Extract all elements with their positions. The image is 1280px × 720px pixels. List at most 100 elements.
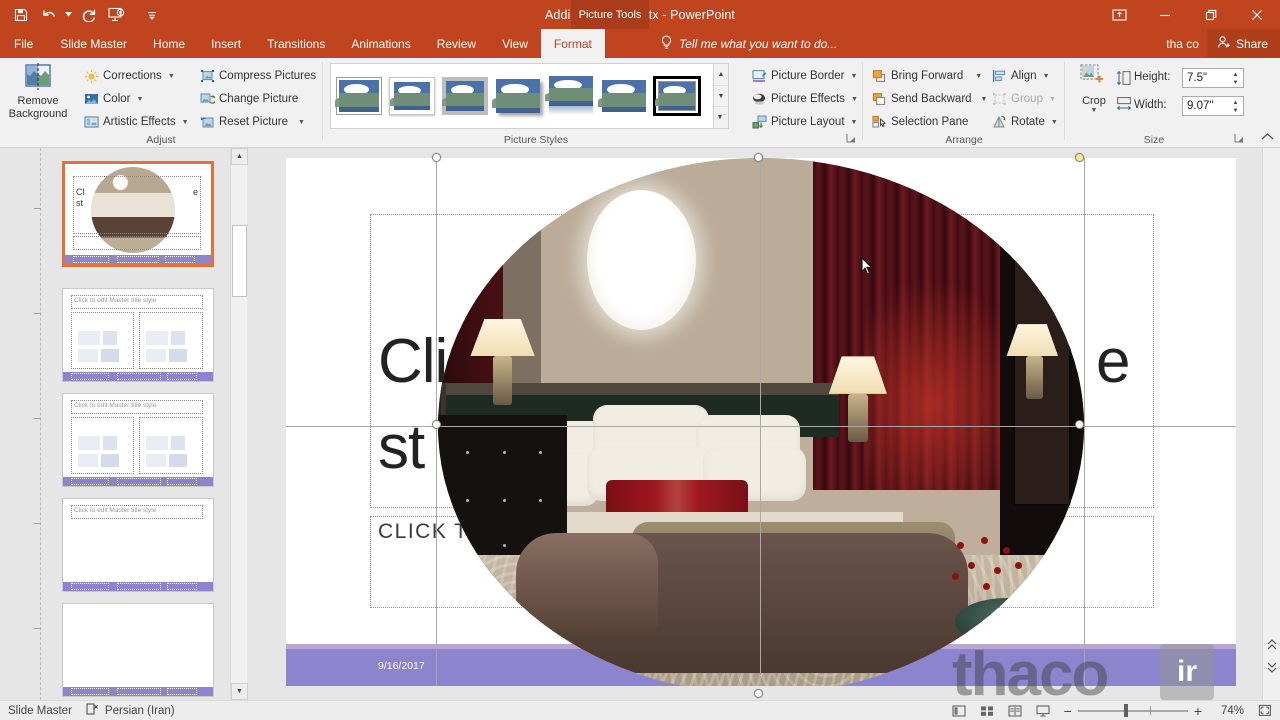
slide-thumbnail-3[interactable]: Click to edit Master title style xyxy=(62,393,214,487)
picture-styles-gallery[interactable] xyxy=(330,63,714,129)
chevron-down-icon[interactable]: ▼ xyxy=(168,73,175,80)
slide-thumbnail-5[interactable] xyxy=(62,603,214,697)
selection-handle-bottom-center[interactable] xyxy=(754,689,763,698)
chevron-down-icon[interactable]: ▼ xyxy=(1043,73,1050,80)
slide-editing-area[interactable]: Cli st e CLICK T 9/16/2017 thaco xyxy=(248,148,1262,706)
slide-show-button[interactable] xyxy=(1034,703,1052,719)
zoom-thumb[interactable] xyxy=(1123,703,1128,717)
slide-sorter-button[interactable] xyxy=(978,703,996,719)
crop-button[interactable]: Crop ▼ xyxy=(1072,61,1116,114)
zoom-in-button[interactable]: + xyxy=(1194,704,1202,718)
slide-canvas[interactable]: Cli st e CLICK T 9/16/2017 xyxy=(286,158,1236,686)
slide-thumbnail-4[interactable]: Click to edit Master title style xyxy=(62,498,214,592)
picture-style-drop-shadow-rectangle[interactable] xyxy=(491,71,543,121)
zoom-slider[interactable]: − + xyxy=(1064,703,1202,718)
chevron-down-icon[interactable]: ▼ xyxy=(136,96,143,103)
tab-file[interactable]: File xyxy=(0,29,47,58)
gallery-scroll-down-icon[interactable]: ▼ xyxy=(714,86,728,108)
chevron-down-icon[interactable]: ▼ xyxy=(851,73,858,80)
picture-styles-scrollbar[interactable]: ▲ ▼ ▼ ‾ xyxy=(714,63,729,129)
user-name[interactable]: tha co xyxy=(1166,37,1199,51)
scrollbar-thumb[interactable] xyxy=(232,225,247,297)
share-button[interactable]: Share xyxy=(1206,29,1280,58)
selection-handle-top-left[interactable] xyxy=(432,153,441,162)
picture-style-beveled-matte-white[interactable] xyxy=(387,71,437,121)
language-label[interactable]: Persian (Iran) xyxy=(105,705,175,717)
tell-me-box[interactable]: Tell me what you want to do... xyxy=(660,29,837,58)
artistic-effects-button[interactable]: Artistic Effects ▼ xyxy=(80,111,192,133)
group-label: Group xyxy=(1011,93,1043,105)
chevron-down-icon[interactable]: ▼ xyxy=(981,96,988,103)
slide-thumbnail-2[interactable]: Click to edit Master title style xyxy=(62,288,214,382)
remove-background-button[interactable]: Remove Background xyxy=(2,61,74,121)
reset-picture-button[interactable]: Reset Picture ▼ xyxy=(196,111,308,133)
picture-layout-icon xyxy=(751,114,767,130)
tab-animations[interactable]: Animations xyxy=(338,29,423,58)
fit-slide-button[interactable] xyxy=(1256,703,1274,719)
slide-thumbnail-panel[interactable]: Clest Click to edit Master title style xyxy=(0,148,248,720)
send-backward-button[interactable]: Send Backward ▼ xyxy=(868,88,990,110)
selection-handle-top-center[interactable] xyxy=(754,153,763,162)
chevron-down-icon[interactable]: ▼ xyxy=(1051,119,1058,126)
canvas-scrollbar[interactable] xyxy=(1262,148,1280,700)
chevron-down-icon[interactable]: ▼ xyxy=(298,119,305,126)
tab-transitions[interactable]: Transitions xyxy=(254,29,338,58)
width-spinner[interactable]: ▲ ▼ xyxy=(1229,98,1242,116)
chevron-down-icon[interactable]: ▼ xyxy=(1091,107,1098,114)
proofing-icon[interactable] xyxy=(86,703,99,718)
change-picture-button[interactable]: Change Picture xyxy=(196,88,301,110)
rotate-button[interactable]: Rotate ▼ xyxy=(988,111,1061,133)
scroll-page-down-icon[interactable] xyxy=(1263,658,1280,676)
minimize-button[interactable] xyxy=(1142,0,1188,29)
picture-style-simple-frame-black[interactable] xyxy=(334,71,384,121)
tab-view[interactable]: View xyxy=(489,29,541,58)
selection-handle-middle-left[interactable] xyxy=(432,420,441,429)
scroll-up-icon[interactable]: ▲ xyxy=(231,148,248,165)
tab-insert[interactable]: Insert xyxy=(198,29,254,58)
scroll-down-icon[interactable]: ▼ xyxy=(231,683,248,700)
picture-styles-dialog-launcher[interactable] xyxy=(846,133,856,145)
picture-style-reflected-rounded-rectangle[interactable] xyxy=(544,71,596,121)
width-input[interactable]: 9.07" ▲ ▼ xyxy=(1182,96,1244,116)
rotation-handle[interactable] xyxy=(1075,153,1084,162)
color-button[interactable]: Color ▼ xyxy=(80,88,146,110)
close-button[interactable] xyxy=(1234,0,1280,29)
picture-style-metal-frame[interactable] xyxy=(440,71,490,121)
slide-thumbnail-1[interactable]: Cl e st xyxy=(62,161,214,267)
picture-effects-button[interactable]: Picture Effects ▼ xyxy=(748,88,861,110)
zoom-track[interactable] xyxy=(1077,703,1188,717)
chevron-down-icon[interactable]: ▼ xyxy=(182,119,189,126)
picture-layout-button[interactable]: Picture Layout ▼ xyxy=(748,111,860,133)
restore-button[interactable] xyxy=(1188,0,1234,29)
chevron-down-icon[interactable]: ▼ xyxy=(851,119,858,126)
scroll-page-up-icon[interactable] xyxy=(1263,636,1280,654)
normal-view-button[interactable] xyxy=(950,703,968,719)
height-spinner[interactable]: ▲ ▼ xyxy=(1229,70,1242,88)
gallery-more-icon[interactable]: ▼ ‾ xyxy=(714,107,728,128)
collapse-ribbon-button[interactable] xyxy=(1261,132,1274,144)
ribbon-display-options-icon[interactable] xyxy=(1096,0,1142,29)
tab-review[interactable]: Review xyxy=(424,29,489,58)
selection-handle-middle-right[interactable] xyxy=(1075,420,1084,429)
size-dialog-launcher[interactable] xyxy=(1234,133,1244,145)
align-button[interactable]: Align ▼ xyxy=(988,65,1053,87)
zoom-out-button[interactable]: − xyxy=(1064,704,1072,718)
zoom-level[interactable]: 74% xyxy=(1214,705,1244,717)
corrections-button[interactable]: Corrections ▼ xyxy=(80,65,178,87)
gallery-scroll-up-icon[interactable]: ▲ xyxy=(714,64,728,86)
reading-view-button[interactable] xyxy=(1006,703,1024,719)
picture-border-button[interactable]: Picture Border ▼ xyxy=(748,65,860,87)
chevron-down-icon[interactable]: ▼ xyxy=(975,73,982,80)
chevron-down-icon[interactable]: ▼ xyxy=(851,96,858,103)
picture-style-double-frame-black[interactable] xyxy=(652,71,702,121)
tab-home[interactable]: Home xyxy=(140,29,198,58)
bring-forward-button[interactable]: Bring Forward ▼ xyxy=(868,65,985,87)
tab-format[interactable]: Format xyxy=(540,29,605,58)
picture-style-soft-edge-oval[interactable] xyxy=(597,71,649,121)
selected-picture[interactable] xyxy=(438,158,1084,686)
selection-pane-button[interactable]: Selection Pane xyxy=(868,111,971,133)
slide-panel-scrollbar[interactable]: ▲ ▼ xyxy=(230,148,248,700)
tab-slide-master[interactable]: Slide Master xyxy=(47,29,140,58)
height-input[interactable]: 7.5" ▲ ▼ xyxy=(1182,68,1244,88)
compress-pictures-button[interactable]: Compress Pictures xyxy=(196,65,319,87)
